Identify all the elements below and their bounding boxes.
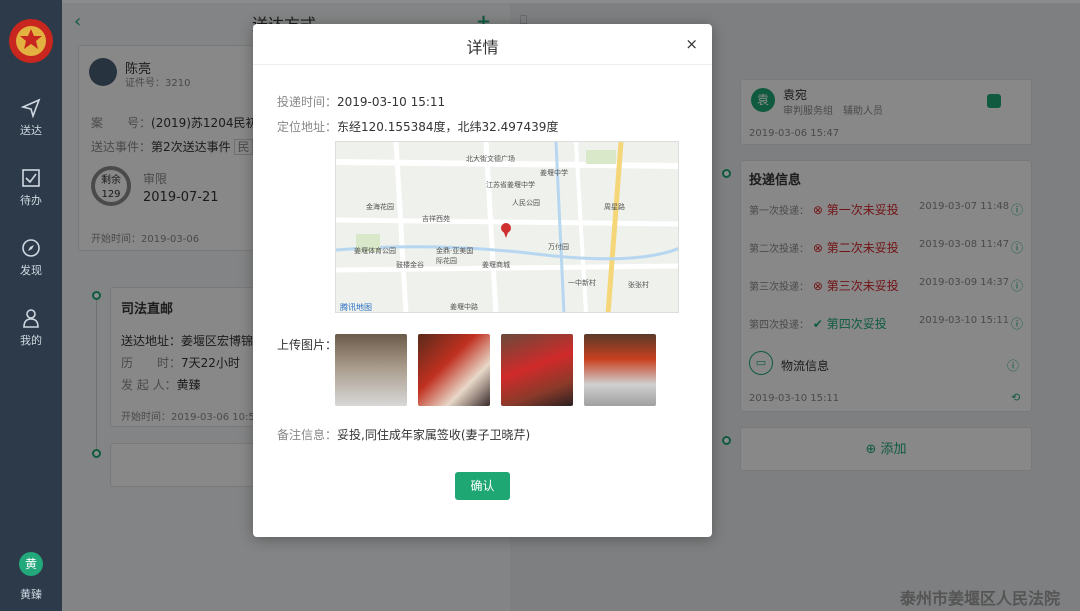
detail-modal: 详情 × 投递时间：2019-03-10 15:11 定位地址：东经120.15… (253, 24, 712, 537)
map-label: 金海花园 (366, 203, 394, 211)
map-label: 鼓楼金谷 (396, 261, 424, 269)
map-label: 一中新村 (568, 279, 596, 287)
location-label: 定位地址： (277, 120, 338, 134)
avatar[interactable]: 黄 (19, 552, 43, 576)
map-label: 周星路 (604, 203, 625, 211)
remark-label: 备注信息： (277, 428, 338, 442)
map-label: 万付园 (548, 243, 569, 251)
close-icon[interactable]: × (685, 35, 698, 53)
upload-thumbnail[interactable] (584, 334, 656, 406)
send-icon (21, 98, 41, 118)
map-label: 姜堰体育公园 (354, 247, 396, 255)
map-label: 姜堰商城 (482, 261, 510, 269)
remark-value: 妥投,同住成年家属签收(妻子卫晓芹) (337, 428, 531, 442)
map-label: 金鼎·亚美国际花园 (436, 247, 474, 265)
location-map[interactable]: 北大街文德广场 姜堰中学 江苏省姜堰中学 人民公园 万付园 金海花园 姜堰体育公… (335, 141, 679, 313)
delivery-time-label: 投递时间： (277, 95, 338, 109)
nav-item-todo[interactable]: 待办 (0, 168, 62, 208)
compass-icon (22, 239, 40, 257)
confirm-button[interactable]: 确认 (455, 472, 510, 500)
divider (253, 64, 712, 65)
delivery-time-value: 2019-03-10 15:11 (337, 95, 446, 109)
location-value: 东经120.155384度，北纬32.497439度 (337, 120, 559, 134)
nav-label: 待办 (20, 194, 42, 207)
court-watermark: 泰州市姜堰区人民法院 (900, 589, 1061, 608)
court-emblem-icon (8, 14, 54, 68)
map-label: 人民公园 (512, 199, 540, 207)
user-icon (23, 309, 39, 328)
sidebar: 送达 待办 发现 我的 黄 黄臻 (0, 0, 62, 611)
upload-thumbnail[interactable] (335, 334, 407, 406)
map-label: 姜堰中学 (540, 169, 568, 177)
user-name: 黄臻 (20, 588, 42, 601)
modal-title: 详情 (466, 38, 499, 57)
map-label: 张张村 (628, 281, 649, 289)
nav-label: 我的 (20, 334, 42, 347)
todo-check-icon (22, 169, 40, 187)
nav-item-mine[interactable]: 我的 (0, 308, 62, 348)
upload-label: 上传图片： (277, 338, 338, 352)
delivery-time-row: 投递时间：2019-03-10 15:11 (277, 93, 445, 110)
nav-item-discover[interactable]: 发现 (0, 238, 62, 278)
upload-thumbnail[interactable] (418, 334, 490, 406)
remark-row: 备注信息：妥投,同住成年家属签收(妻子卫晓芹) (277, 426, 530, 443)
map-label: 腾讯地图 (340, 303, 372, 312)
map-label: 江苏省姜堰中学 (486, 181, 535, 189)
nav-item-send[interactable]: 送达 (0, 98, 62, 138)
location-row: 定位地址：东经120.155384度，北纬32.497439度 (277, 118, 558, 135)
nav-label: 送达 (20, 124, 42, 137)
map-label: 北大街文德广场 (466, 155, 515, 163)
map-label: 吉祥西苑 (422, 215, 450, 223)
nav-label: 发现 (20, 264, 42, 277)
map-label: 姜堰中路 (450, 303, 478, 311)
upload-thumbnail[interactable] (501, 334, 573, 406)
